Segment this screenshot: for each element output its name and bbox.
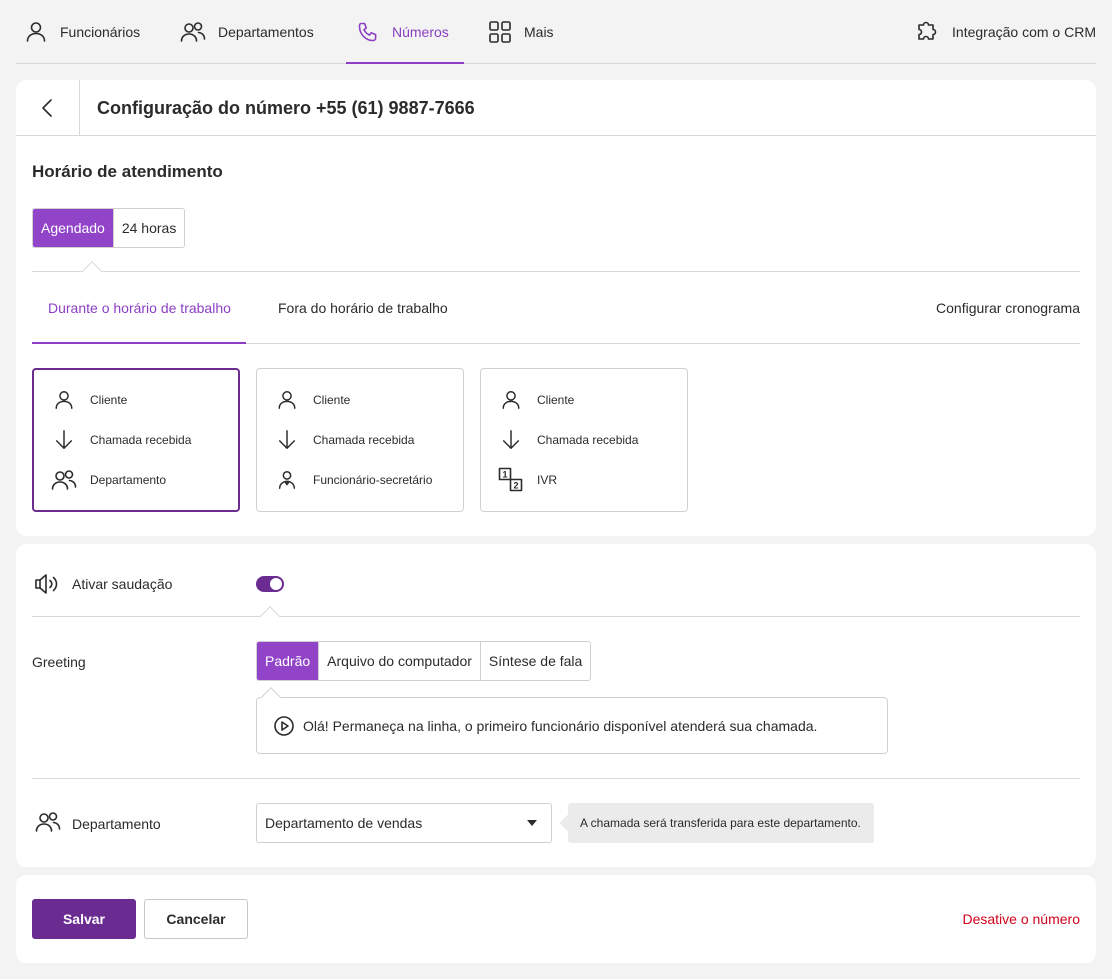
page-title: Configuração do número +55 (61) 9887-766… bbox=[97, 98, 475, 118]
greeting-label: Greeting bbox=[32, 654, 86, 670]
secretary-icon bbox=[273, 469, 301, 491]
chevron-left-icon bbox=[38, 98, 58, 118]
phone-icon bbox=[356, 20, 380, 44]
scheme-row-label: Cliente bbox=[90, 393, 128, 407]
toggle-knob bbox=[270, 578, 282, 590]
greeting-message-text: Olá! Permaneça na linha, o primeiro func… bbox=[303, 717, 818, 734]
nav-label: Mais bbox=[524, 24, 554, 40]
nav-label: Números bbox=[392, 24, 449, 40]
greeting-source-switch: Padrão Arquivo do computador Síntese de … bbox=[256, 641, 592, 681]
source-tts-button[interactable]: Síntese de fala bbox=[479, 642, 590, 680]
department-select-value: Departamento de vendas bbox=[265, 815, 423, 831]
scheme-row: Chamada recebida bbox=[50, 426, 191, 454]
crm-integration-link[interactable]: Integração com o CRM bbox=[914, 0, 1096, 64]
scheme-row-label: Chamada recebida bbox=[90, 433, 192, 447]
speaker-icon bbox=[34, 572, 62, 596]
scheme-row-label: Chamada recebida bbox=[313, 433, 415, 447]
scheme-row-label: Cliente bbox=[537, 393, 575, 407]
users-icon bbox=[180, 20, 206, 44]
nav-label: Departamentos bbox=[218, 24, 314, 40]
arrow-down-icon bbox=[50, 429, 78, 451]
scheme-row: 12 IVR bbox=[497, 466, 557, 494]
routing-scheme-secretary[interactable]: Cliente Chamada recebida Funcionário-sec… bbox=[256, 368, 464, 512]
mode-24h-button[interactable]: 24 horas bbox=[112, 209, 184, 247]
save-button[interactable]: Salvar bbox=[32, 899, 136, 939]
divider bbox=[32, 778, 1080, 779]
deactivate-number-link[interactable]: Desative o número bbox=[962, 911, 1080, 927]
greeting-message-box: Olá! Permaneça na linha, o primeiro func… bbox=[256, 697, 888, 754]
greeting-toggle-label: Ativar saudação bbox=[72, 576, 173, 592]
user-icon bbox=[50, 389, 78, 411]
scheme-row-label: Chamada recebida bbox=[537, 433, 639, 447]
department-hint: A chamada será transferida para este dep… bbox=[568, 803, 874, 843]
routing-scheme-ivr[interactable]: Cliente Chamada recebida 12 IVR bbox=[480, 368, 688, 512]
ivr-icon: 12 bbox=[497, 467, 525, 493]
user-icon bbox=[497, 389, 525, 411]
user-icon bbox=[24, 20, 48, 44]
play-icon[interactable] bbox=[273, 715, 295, 737]
nav-item-employees[interactable]: Funcionários bbox=[24, 0, 140, 64]
arrow-down-icon bbox=[497, 429, 525, 451]
greeting-card: Ativar saudação Greeting Padrão Arquivo … bbox=[16, 544, 1096, 867]
back-button[interactable] bbox=[16, 80, 80, 135]
department-label: Departamento bbox=[72, 816, 161, 832]
scheme-row: Funcionário-secretário bbox=[273, 466, 432, 494]
source-default-button[interactable]: Padrão bbox=[257, 642, 319, 680]
hours-mode-switch: Agendado 24 horas bbox=[32, 208, 186, 248]
scheme-row: Chamada recebida bbox=[497, 426, 638, 454]
caret-down-icon bbox=[527, 820, 537, 826]
divider bbox=[32, 616, 1080, 617]
tab-outside-work-hours[interactable]: Fora do horário de trabalho bbox=[278, 272, 448, 344]
tab-active-indicator bbox=[32, 342, 246, 344]
grid-icon bbox=[488, 20, 512, 44]
nav-item-numbers[interactable]: Números bbox=[356, 0, 449, 64]
user-icon bbox=[273, 389, 301, 411]
users-icon bbox=[50, 468, 78, 492]
nav-active-indicator bbox=[346, 62, 464, 64]
scheme-row-label: Departamento bbox=[90, 473, 167, 487]
scheme-row: Chamada recebida bbox=[273, 426, 414, 454]
scheme-row: Departamento bbox=[50, 466, 166, 494]
card-header: Configuração do número +55 (61) 9887-766… bbox=[16, 80, 1096, 136]
divider-notch bbox=[260, 606, 280, 626]
scheme-row: Cliente bbox=[497, 386, 574, 414]
tab-during-work-hours[interactable]: Durante o horário de trabalho bbox=[48, 272, 231, 344]
routing-scheme-department[interactable]: Cliente Chamada recebida Departamento bbox=[32, 368, 240, 512]
scheme-row-label: Funcionário-secretário bbox=[313, 473, 433, 487]
nav-item-more[interactable]: Mais bbox=[488, 0, 554, 64]
cancel-button[interactable]: Cancelar bbox=[144, 899, 248, 939]
schedule-tabs: Durante o horário de trabalho Fora do ho… bbox=[32, 272, 1080, 344]
scheme-row-label: Cliente bbox=[313, 393, 351, 407]
hours-section-title: Horário de atendimento bbox=[32, 162, 223, 181]
scheme-row: Cliente bbox=[50, 386, 127, 414]
scheme-row-label: IVR bbox=[537, 473, 558, 487]
svg-text:1: 1 bbox=[502, 470, 507, 480]
configure-schedule-link[interactable]: Configurar cronograma bbox=[936, 272, 1080, 344]
nav-label: Funcionários bbox=[60, 24, 141, 40]
number-config-card: Configuração do número +55 (61) 9887-766… bbox=[16, 80, 1096, 536]
puzzle-icon bbox=[914, 19, 940, 45]
source-file-button[interactable]: Arquivo do computador bbox=[318, 642, 480, 680]
svg-text:2: 2 bbox=[513, 481, 518, 491]
scheme-row: Cliente bbox=[273, 386, 350, 414]
department-select[interactable]: Departamento de vendas bbox=[256, 803, 552, 843]
actions-card: Salvar Cancelar Desative o número bbox=[16, 875, 1096, 963]
nav-item-departments[interactable]: Departamentos bbox=[180, 0, 314, 64]
top-nav: Funcionários Departamentos Números Mais … bbox=[16, 0, 1096, 64]
arrow-down-icon bbox=[273, 429, 301, 451]
greeting-toggle[interactable] bbox=[256, 576, 284, 592]
users-icon bbox=[34, 810, 62, 834]
crm-label: Integração com o CRM bbox=[952, 24, 1096, 40]
mode-scheduled-button[interactable]: Agendado bbox=[33, 209, 113, 247]
